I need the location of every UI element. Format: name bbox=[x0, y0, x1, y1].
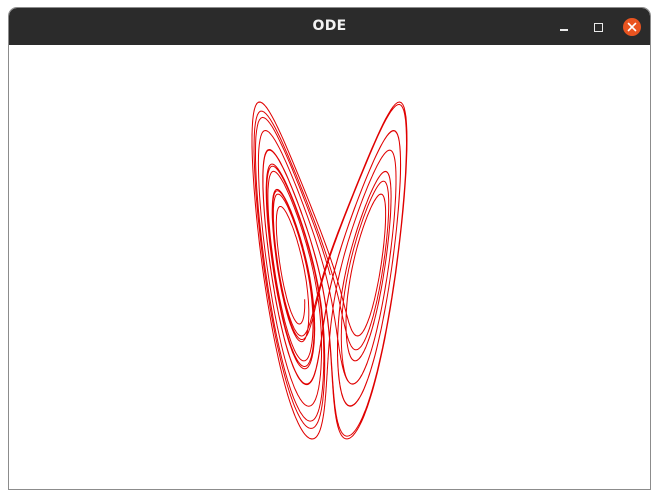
title-bar[interactable]: ODE bbox=[9, 8, 650, 45]
minimize-button[interactable] bbox=[554, 17, 574, 37]
close-icon bbox=[623, 18, 641, 36]
app-window: ODE bbox=[9, 8, 650, 489]
plot-canvas[interactable] bbox=[9, 45, 650, 489]
maximize-button[interactable] bbox=[588, 17, 608, 37]
trajectory-curve bbox=[251, 101, 408, 440]
minimize-icon bbox=[560, 29, 568, 31]
close-button[interactable] bbox=[622, 17, 642, 37]
maximize-icon bbox=[593, 22, 603, 32]
